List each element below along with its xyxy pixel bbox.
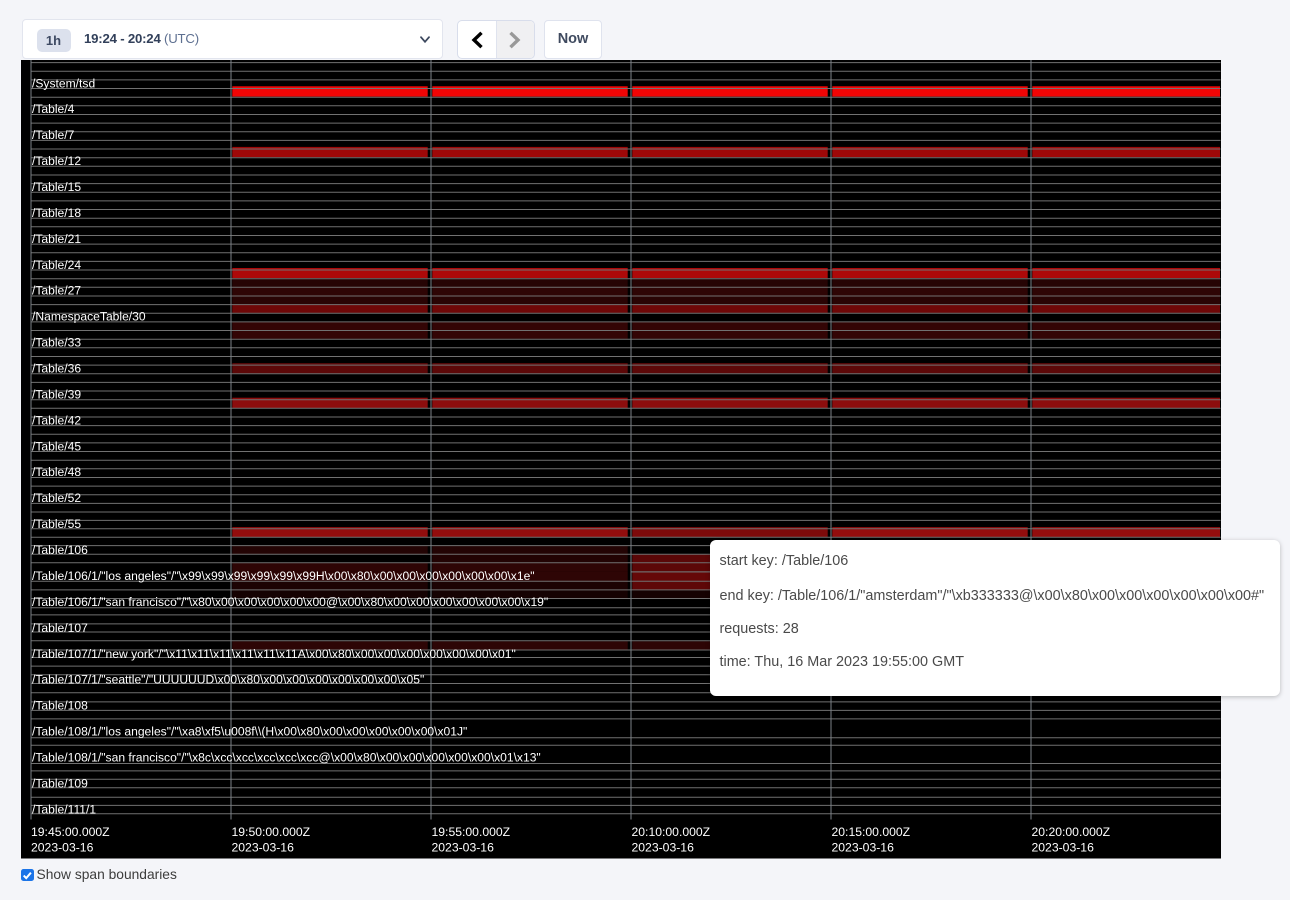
svg-text:/Table/27: /Table/27 — [32, 284, 81, 298]
svg-text:/Table/106: /Table/106 — [32, 543, 88, 557]
svg-text:/Table/36: /Table/36 — [32, 362, 81, 376]
svg-text:/Table/55: /Table/55 — [32, 517, 81, 531]
svg-text:19:45:00.000Z: 19:45:00.000Z — [31, 825, 110, 839]
svg-text:/Table/48: /Table/48 — [32, 465, 81, 479]
svg-text:20:15:00.000Z: 20:15:00.000Z — [832, 825, 911, 839]
svg-text:/Table/111/1: /Table/111/1 — [32, 802, 96, 816]
svg-text:/Table/4: /Table/4 — [32, 102, 75, 116]
svg-text:/Table/15: /Table/15 — [32, 180, 81, 194]
svg-text:/Table/33: /Table/33 — [32, 336, 81, 350]
svg-text:/Table/39: /Table/39 — [32, 388, 81, 402]
svg-text:2023-03-16: 2023-03-16 — [1032, 841, 1095, 855]
svg-text:2023-03-16: 2023-03-16 — [632, 841, 695, 855]
svg-text:/Table/107: /Table/107 — [32, 621, 88, 635]
svg-text:/Table/107/1/"new york"/"\x11\: /Table/107/1/"new york"/"\x11\x11\x11\x1… — [32, 647, 516, 661]
svg-text:/Table/109: /Table/109 — [32, 776, 88, 790]
svg-text:/Table/106/1/"san francisco"/": /Table/106/1/"san francisco"/"\x80\x00\x… — [32, 595, 548, 609]
svg-text:2023-03-16: 2023-03-16 — [832, 841, 895, 855]
svg-text:/Table/52: /Table/52 — [32, 491, 81, 505]
svg-text:/NamespaceTable/30: /NamespaceTable/30 — [32, 310, 146, 324]
svg-text:/Table/108: /Table/108 — [32, 699, 88, 713]
svg-text:/Table/24: /Table/24 — [32, 258, 81, 272]
svg-text:/Table/7: /Table/7 — [32, 128, 75, 142]
svg-text:2023-03-16: 2023-03-16 — [432, 841, 495, 855]
svg-text:/Table/108/1/"los angeles"/"\x: /Table/108/1/"los angeles"/"\xa8\xf5\u00… — [32, 725, 467, 739]
svg-text:/System/tsd: /System/tsd — [32, 76, 95, 90]
svg-text:2023-03-16: 2023-03-16 — [232, 841, 295, 855]
svg-text:/Table/21: /Table/21 — [32, 232, 81, 246]
svg-text:/Table/107/1/"seattle"/"UUUUUU: /Table/107/1/"seattle"/"UUUUUUD\x00\x80\… — [32, 673, 424, 687]
svg-text:/Table/42: /Table/42 — [32, 413, 81, 427]
svg-text:19:50:00.000Z: 19:50:00.000Z — [232, 825, 311, 839]
svg-text:/Table/106/1/"los angeles"/"\x: /Table/106/1/"los angeles"/"\x99\x99\x99… — [32, 569, 535, 583]
svg-text:19:55:00.000Z: 19:55:00.000Z — [432, 825, 511, 839]
svg-text:/Table/45: /Table/45 — [32, 439, 81, 453]
svg-text:/Table/12: /Table/12 — [32, 154, 81, 168]
svg-text:/Table/18: /Table/18 — [32, 206, 81, 220]
svg-text:2023-03-16: 2023-03-16 — [31, 841, 94, 855]
svg-text:20:10:00.000Z: 20:10:00.000Z — [632, 825, 711, 839]
svg-text:/Table/108/1/"san francisco"/": /Table/108/1/"san francisco"/"\x8c\xcc\x… — [32, 751, 541, 765]
svg-text:20:20:00.000Z: 20:20:00.000Z — [1032, 825, 1111, 839]
